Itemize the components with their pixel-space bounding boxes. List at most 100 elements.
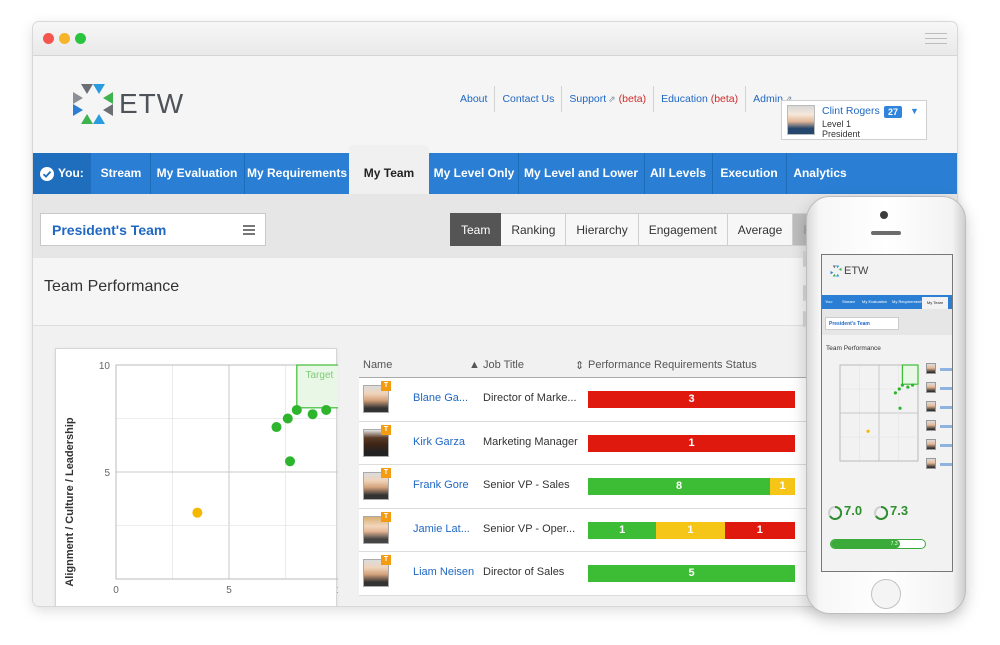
table-body: T Blane Ga... Director of Marke... 3 T Kirk G… <box>359 378 807 596</box>
column-header-name[interactable]: Name <box>363 359 392 371</box>
tab-team[interactable]: Team <box>450 213 502 246</box>
data-point <box>271 422 282 433</box>
team-selector-label: President's Team <box>52 222 167 238</box>
status-bar[interactable]: 111 <box>588 521 795 539</box>
chevron-down-icon[interactable]: ▼ <box>910 106 919 116</box>
phone-row-avatar[interactable] <box>926 439 936 450</box>
data-point <box>291 404 302 415</box>
phone-nav-my-team[interactable]: My Team <box>922 297 948 309</box>
phone-row-text <box>940 444 952 447</box>
phone-row-text <box>940 463 952 466</box>
app-header: ETW About Contact Us Support ⇗ (beta) Edu… <box>33 56 957 153</box>
phone-row-avatar[interactable] <box>926 382 936 393</box>
phone-row-avatar[interactable] <box>926 458 936 469</box>
employee-name-link[interactable]: Blane Ga... <box>413 392 468 404</box>
tab-ranking[interactable]: Ranking <box>501 213 567 246</box>
data-point <box>893 391 897 395</box>
nav-my-level-only[interactable]: My Level Only <box>431 153 517 194</box>
page-title: Team Performance <box>44 278 180 295</box>
phone-row-text <box>940 425 952 428</box>
data-point <box>285 456 296 467</box>
nav-analytics[interactable]: Analytics <box>787 153 853 194</box>
phone-row-avatar[interactable] <box>926 401 936 412</box>
maximize-window-button[interactable] <box>75 33 86 44</box>
nav-my-evaluation[interactable]: My Evaluation <box>151 153 243 194</box>
support-link-label: Support <box>569 93 607 105</box>
phone-row-avatar[interactable] <box>926 420 936 431</box>
sort-icon[interactable]: ⇕ <box>575 359 584 372</box>
x-tick-label: 5 <box>226 585 232 596</box>
notification-badge[interactable]: 27 <box>884 106 903 118</box>
sort-asc-icon[interactable]: ▲ <box>469 359 480 371</box>
status-segment: 1 <box>656 521 725 539</box>
user-menu[interactable]: Clint Rogers 27 ▼ Level 1 President <box>781 100 927 140</box>
support-link[interactable]: Support ⇗ (beta) <box>561 86 653 112</box>
employee-name-link[interactable]: Jamie Lat... <box>413 523 470 535</box>
gauge-icon <box>828 506 842 520</box>
avatar <box>787 105 815 135</box>
nav-you-label: You: <box>58 166 84 180</box>
status-bar[interactable]: 5 <box>588 565 795 582</box>
nav-execution[interactable]: Execution <box>713 153 785 194</box>
data-point <box>282 413 293 424</box>
browser-menu-icon[interactable] <box>925 33 947 45</box>
employee-name-link[interactable]: Kirk Garza <box>413 436 465 448</box>
home-button[interactable] <box>871 579 901 609</box>
table-row[interactable]: T Jamie Lat... Senior VP - Oper... 1 1 1 <box>359 508 807 552</box>
table-row[interactable]: T Blane Ga... Director of Marke... 3 <box>359 378 807 422</box>
main-nav: You: Stream My Evaluation My Requirement… <box>33 145 957 194</box>
tab-engagement[interactable]: Engagement <box>638 213 728 246</box>
nav-my-level-and-lower[interactable]: My Level and Lower <box>519 153 643 194</box>
column-header-status[interactable]: Performance Requirements Status <box>588 359 757 371</box>
phone-button <box>803 311 806 327</box>
minimize-window-button[interactable] <box>59 33 70 44</box>
data-point <box>898 406 902 410</box>
employee-name-link[interactable]: Frank Gore <box>413 479 469 491</box>
phone-progress-bar: 7.3 <box>830 539 926 549</box>
table-row[interactable]: T Frank Gore Senior VP - Sales 8 1 <box>359 465 807 509</box>
status-bar[interactable]: 81 <box>588 478 795 495</box>
view-tabs: Team Ranking Hierarchy Engagement Averag… <box>450 213 839 246</box>
user-name[interactable]: Clint Rogers <box>822 105 880 117</box>
data-point <box>192 507 203 518</box>
team-selector[interactable]: President's Team <box>40 213 266 246</box>
nav-my-team[interactable]: My Team <box>349 145 429 194</box>
job-title: Senior VP - Sales <box>483 479 570 491</box>
y-axis-label: Alignment / Culture / Leadership <box>64 417 76 587</box>
phone-mockup: ETW You: Stream My Evaluation My Requiremen… <box>803 196 966 614</box>
education-link[interactable]: Education (beta) <box>653 86 745 112</box>
nav-stream[interactable]: Stream <box>93 153 149 194</box>
tab-average[interactable]: Average <box>727 213 794 246</box>
status-segment: 1 <box>724 521 795 539</box>
y-tick-label: 5 <box>104 468 110 479</box>
check-circle-icon <box>40 167 54 181</box>
status-bar[interactable]: 3 <box>588 391 795 408</box>
phone-row-avatar[interactable] <box>926 363 936 374</box>
status-segment: 1 <box>588 434 795 452</box>
phone-team-selector[interactable]: President's Team <box>825 317 899 330</box>
nav-all-levels[interactable]: All Levels <box>645 153 711 194</box>
phone-sub-toolbar: President's Team <box>822 309 952 335</box>
table-row[interactable]: T Liam Neisen Director of Sales 5 <box>359 552 807 596</box>
data-point <box>900 383 904 387</box>
contact-us-link[interactable]: Contact Us <box>494 86 561 112</box>
team-table: Name ▲ Job Title ⇕ Performance Requireme… <box>359 352 807 596</box>
about-link[interactable]: About <box>453 86 494 112</box>
status-bar[interactable]: 1 <box>588 434 795 452</box>
etw-logo[interactable]: ETW <box>71 82 191 126</box>
table-row[interactable]: T Kirk Garza Marketing Manager 1 <box>359 421 807 465</box>
phone-row-text <box>940 387 952 390</box>
top-links: About Contact Us Support ⇗ (beta) Educati… <box>453 86 799 112</box>
close-window-button[interactable] <box>43 33 54 44</box>
tab-hierarchy[interactable]: Hierarchy <box>566 213 639 246</box>
table-header: Name ▲ Job Title ⇕ Performance Requireme… <box>359 352 807 378</box>
column-header-job-title[interactable]: Job Title <box>483 359 524 371</box>
employee-name-link[interactable]: Liam Neisen <box>413 566 474 578</box>
status-segment: 8 <box>588 478 771 495</box>
menu-icon[interactable] <box>243 225 255 237</box>
status-segment: 1 <box>588 521 657 539</box>
scatter-chart: Target 0 5 10 10 5 Alignment / Culture / Leade… <box>64 361 338 596</box>
performance-chart: Target 0 5 10 10 5 Alignment / Culture / Leade… <box>55 348 338 606</box>
nav-my-requirements[interactable]: My Requirements <box>245 153 349 194</box>
type-badge: T <box>381 555 391 565</box>
